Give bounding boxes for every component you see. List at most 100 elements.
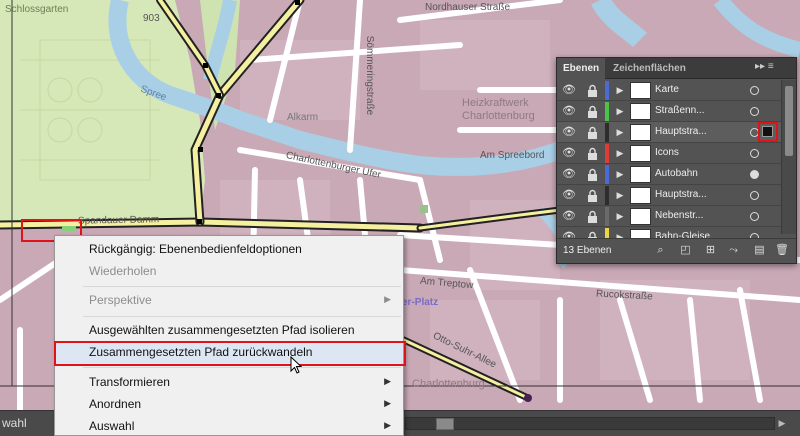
visibility-eye-icon[interactable]: 👁 [562,84,576,97]
context-menu-item-label: Ausgewählten zusammengesetzten Pfad isol… [89,323,355,337]
lock-icon[interactable] [587,105,598,118]
layer-count: 13 Ebenen [563,245,612,256]
visibility-eye-icon[interactable]: 👁 [562,168,576,181]
layer-row[interactable]: 👁 ▶ Karte [557,80,781,101]
visibility-eye-icon[interactable]: 👁 [562,126,576,139]
lock-icon[interactable] [587,189,598,202]
map-label-heizkraftwerk-1: Heizkraftwerk [462,97,529,109]
map-label-am-spreebord: Am Spreebord [480,150,545,161]
context-menu-item[interactable]: Auswahl ▶ [55,416,403,436]
menu-separator [83,316,401,317]
layer-thumbnail [630,103,651,120]
target-circle-icon[interactable] [750,170,759,179]
visibility-eye-icon[interactable]: 👁 [562,210,576,223]
layer-color-bar [605,186,609,205]
lock-icon[interactable] [587,210,598,223]
target-circle-icon[interactable] [750,212,759,221]
map-label-platz: er-Platz [402,297,439,308]
map-label-route-903: 903 [143,13,160,24]
expand-arrow-icon[interactable]: ▶ [615,104,625,119]
move-icon[interactable]: ⤳ [727,244,740,257]
layer-name[interactable]: Karte [655,84,679,95]
map-label-heizkraftwerk-2: Charlottenburg [462,110,535,122]
target-circle-icon[interactable] [750,107,759,116]
layer-row[interactable]: 👁 ▶ Straßenn... [557,101,781,122]
layer-thumbnail [630,82,651,99]
visibility-eye-icon[interactable]: 👁 [562,189,576,202]
submenu-arrow-icon: ▶ [384,294,391,304]
tab-zeichenflaechen[interactable]: Zeichenflächen [607,58,692,79]
context-menu-item-label: Auswahl [89,419,135,433]
context-menu-item[interactable]: Transformieren ▶ [55,372,403,394]
layer-color-bar [605,102,609,121]
expand-arrow-icon[interactable]: ▶ [615,209,625,224]
layer-name[interactable]: Nebenstr... [655,210,703,221]
submenu-arrow-icon: ▶ [384,376,391,386]
layer-color-bar [605,207,609,226]
map-label-charlottenburg: Charlottenburg [412,378,485,390]
layer-thumbnail [630,187,651,204]
visibility-eye-icon[interactable]: 👁 [562,147,576,160]
context-menu-item-label: Transformieren [89,375,170,389]
layer-name[interactable]: Autobahn [655,168,698,179]
context-menu-item[interactable]: Rückgängig: Ebenenbedienfeldoptionen [55,239,403,261]
expand-arrow-icon[interactable]: ▶ [615,188,625,203]
lock-icon[interactable] [587,126,598,139]
layer-thumbnail [630,208,651,225]
scroll-right-arrow-icon[interactable]: ▶ [776,417,788,430]
menu-separator [83,367,401,368]
layer-thumbnail [630,124,651,141]
context-menu-item[interactable]: Ausgewählten zusammengesetzten Pfad isol… [55,320,403,342]
context-menu-item-label: Rückgängig: Ebenenbedienfeldoptionen [89,242,302,256]
layers-panel-tabbar: Ebenen Zeichenflächen ▸▸ ≡ [557,58,796,79]
new-layer-icon[interactable]: ▤ [753,244,766,257]
layer-name[interactable]: Hauptstra... [655,126,707,137]
layers-panel-footer: 13 Ebenen ⌕ ◰ ⊞ ⤳ ▤ 🗑 [557,238,796,263]
layer-name[interactable]: Hauptstra... [655,189,707,200]
expand-arrow-icon[interactable]: ▶ [615,167,625,182]
horizontal-scrollbar[interactable] [405,417,775,430]
layer-thumbnail [630,166,651,183]
expand-arrow-icon[interactable]: ▶ [615,83,625,98]
layer-row[interactable]: 👁 ▶ Hauptstra... [557,185,781,206]
lock-icon[interactable] [587,84,598,97]
layers-vertical-scrollbar[interactable] [781,80,796,234]
new-sublayer-icon[interactable]: ⊞ [704,244,717,257]
layer-row[interactable]: 👁 ▶ Autobahn [557,164,781,185]
lock-icon[interactable] [587,147,598,160]
expand-arrow-icon[interactable]: ▶ [615,146,625,161]
map-label-nordhauser: Nordhauser Straße [425,2,511,13]
layers-panel: Ebenen Zeichenflächen ▸▸ ≡ 👁 ▶ Karte 👁 ▶ Stra… [556,57,797,264]
trash-icon[interactable]: 🗑 [775,244,789,257]
layer-name[interactable]: Icons [655,147,679,158]
expand-arrow-icon[interactable]: ▶ [615,125,625,140]
clip-icon[interactable]: ◰ [679,244,692,257]
layer-row[interactable]: 👁 ▶ Nebenstr... [557,206,781,227]
panel-menu-icon[interactable]: ▸▸ ≡ [755,61,774,72]
context-menu-item-label: Anordnen [89,397,142,411]
map-label-sommeringstrasse: Sömmeringstraße [364,35,376,116]
context-menu-item[interactable]: Anordnen ▶ [55,394,403,416]
lock-icon[interactable] [587,168,598,181]
layer-row[interactable]: 👁 ▶ Icons [557,143,781,164]
horizontal-scrollbar-thumb[interactable] [436,418,454,430]
layer-color-bar [605,123,609,142]
search-icon[interactable]: ⌕ [654,244,667,257]
tab-ebenen[interactable]: Ebenen [557,58,606,79]
target-circle-icon[interactable] [750,191,759,200]
target-circle-icon[interactable] [750,86,759,95]
layer-thumbnail [630,145,651,162]
context-menu-item-label: Perspektive [89,293,152,307]
visibility-eye-icon[interactable]: 👁 [562,105,576,118]
layer-name[interactable]: Straßenn... [655,105,704,116]
map-label-schlossgarten: Schlossgarten [5,4,69,15]
mouse-cursor-icon [290,356,302,374]
map-label-spandauer-damm: Spandauer Damm [77,214,160,227]
submenu-arrow-icon: ▶ [384,398,391,408]
menu-separator [83,286,401,287]
context-menu-item: Perspektive ▶ [55,290,403,312]
layer-row[interactable]: 👁 ▶ Hauptstra... [557,122,781,143]
layers-scrollbar-thumb[interactable] [785,86,793,156]
context-menu-item: Wiederholen [55,261,403,283]
target-circle-icon[interactable] [750,149,759,158]
